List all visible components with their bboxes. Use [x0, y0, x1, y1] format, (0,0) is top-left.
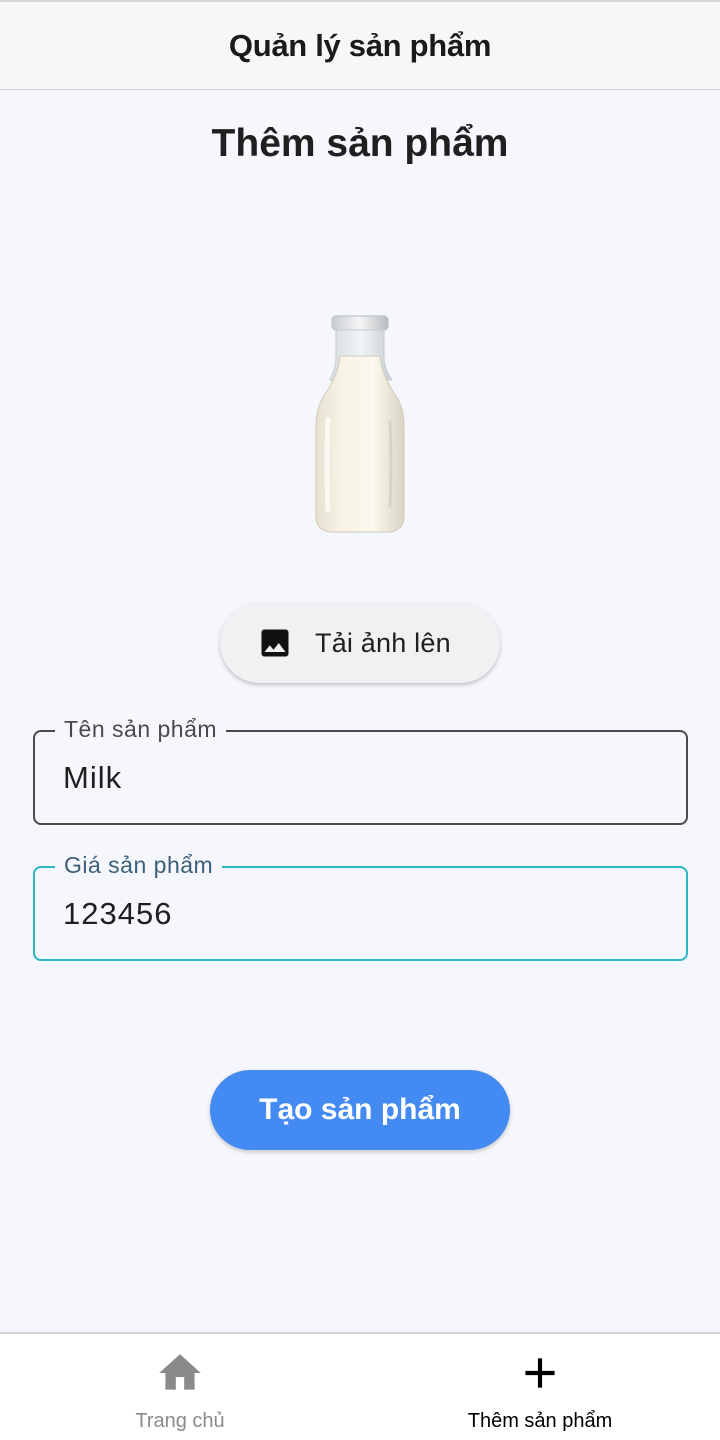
image-icon [261, 629, 289, 657]
page-heading: Thêm sản phẩm [211, 122, 509, 165]
upload-image-button[interactable]: Tải ảnh lên [220, 603, 500, 683]
app-title: Quản lý sản phẩm [228, 27, 492, 63]
create-button-label: Tạo sản phẩm [259, 1093, 461, 1126]
nav-label-home: Trang chủ [135, 1410, 225, 1432]
plus-icon [525, 1358, 555, 1388]
product-image [300, 310, 420, 540]
product-price-label: Giá sản phẩm [55, 852, 223, 879]
upload-button-label: Tải ảnh lên [315, 627, 451, 658]
product-price-field[interactable]: Giá sản phẩm 123456 [33, 852, 688, 961]
home-icon [159, 1354, 201, 1390]
bottom-navigation: Trang chủ Thêm sản phẩm [0, 1332, 720, 1440]
nav-label-add-product: Thêm sản phẩm [467, 1410, 613, 1432]
app-bar: Quản lý sản phẩm [0, 0, 720, 90]
milk-bottle-image [315, 315, 405, 533]
product-name-field[interactable]: Tên sản phẩm Milk [33, 716, 688, 825]
create-product-button[interactable]: Tạo sản phẩm [210, 1070, 510, 1150]
nav-item-add-product[interactable]: Thêm sản phẩm [360, 1334, 720, 1440]
product-name-value[interactable]: Milk [63, 760, 122, 796]
product-name-label: Tên sản phẩm [55, 716, 227, 743]
nav-item-home[interactable]: Trang chủ [0, 1334, 360, 1440]
product-price-value[interactable]: 123456 [63, 896, 172, 932]
